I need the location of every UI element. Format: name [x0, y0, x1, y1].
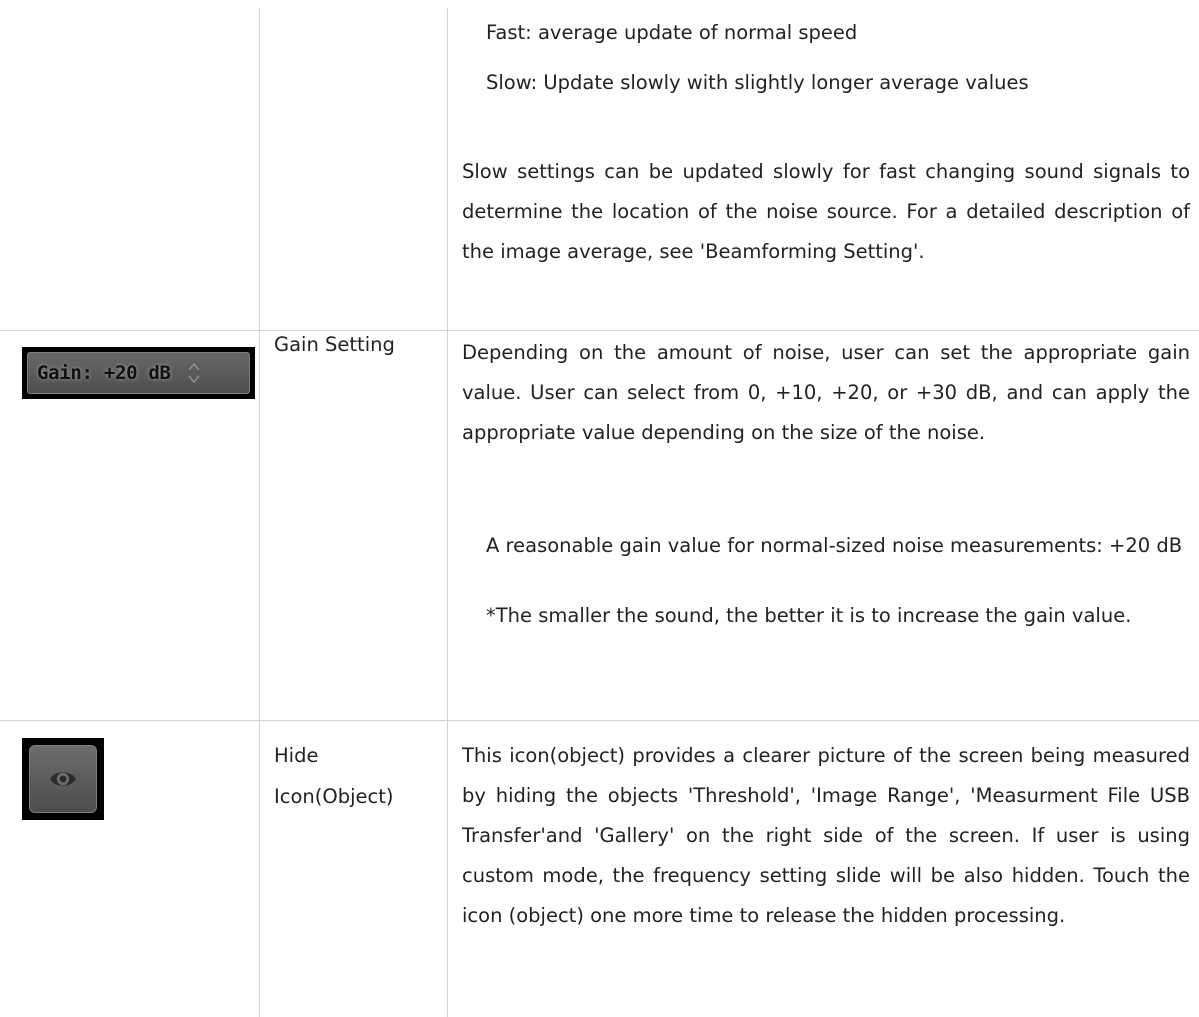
hide-objects-button-face — [29, 745, 97, 813]
spinner-arrows-icon — [188, 362, 200, 384]
gain-note-reasonable: A reasonable gain value for normal-sized… — [486, 534, 1183, 557]
hide-objects-button[interactable] — [22, 738, 104, 820]
gain-setting-name: Gain Setting — [274, 333, 395, 356]
gain-selector-box: Gain: +20 dB — [27, 352, 250, 394]
fast-speed-line: Fast: average update of normal speed — [486, 21, 858, 44]
gain-value-label: Gain: +20 dB — [37, 362, 171, 384]
hide-icon-description: This icon(object) provides a clearer pic… — [462, 744, 1190, 927]
gain-selector[interactable]: Gain: +20 dB — [22, 347, 255, 399]
gain-note-smaller: *The smaller the sound, the better it is… — [486, 604, 1132, 627]
column-divider-1 — [259, 8, 260, 1017]
gain-description: Depending on the amount of noise, user c… — [462, 341, 1190, 444]
row-divider-2 — [0, 720, 1199, 721]
hide-icon-name-line2: Icon(Object) — [274, 785, 394, 808]
slow-speed-line: Slow: Update slowly with slightly longer… — [486, 71, 1029, 94]
row-divider-1 — [0, 330, 1199, 331]
hide-icon-name-line1: Hide — [274, 744, 319, 767]
eye-icon — [50, 772, 76, 786]
column-divider-2 — [447, 8, 448, 1017]
speed-description: Slow settings can be updated slowly for … — [462, 160, 1190, 263]
